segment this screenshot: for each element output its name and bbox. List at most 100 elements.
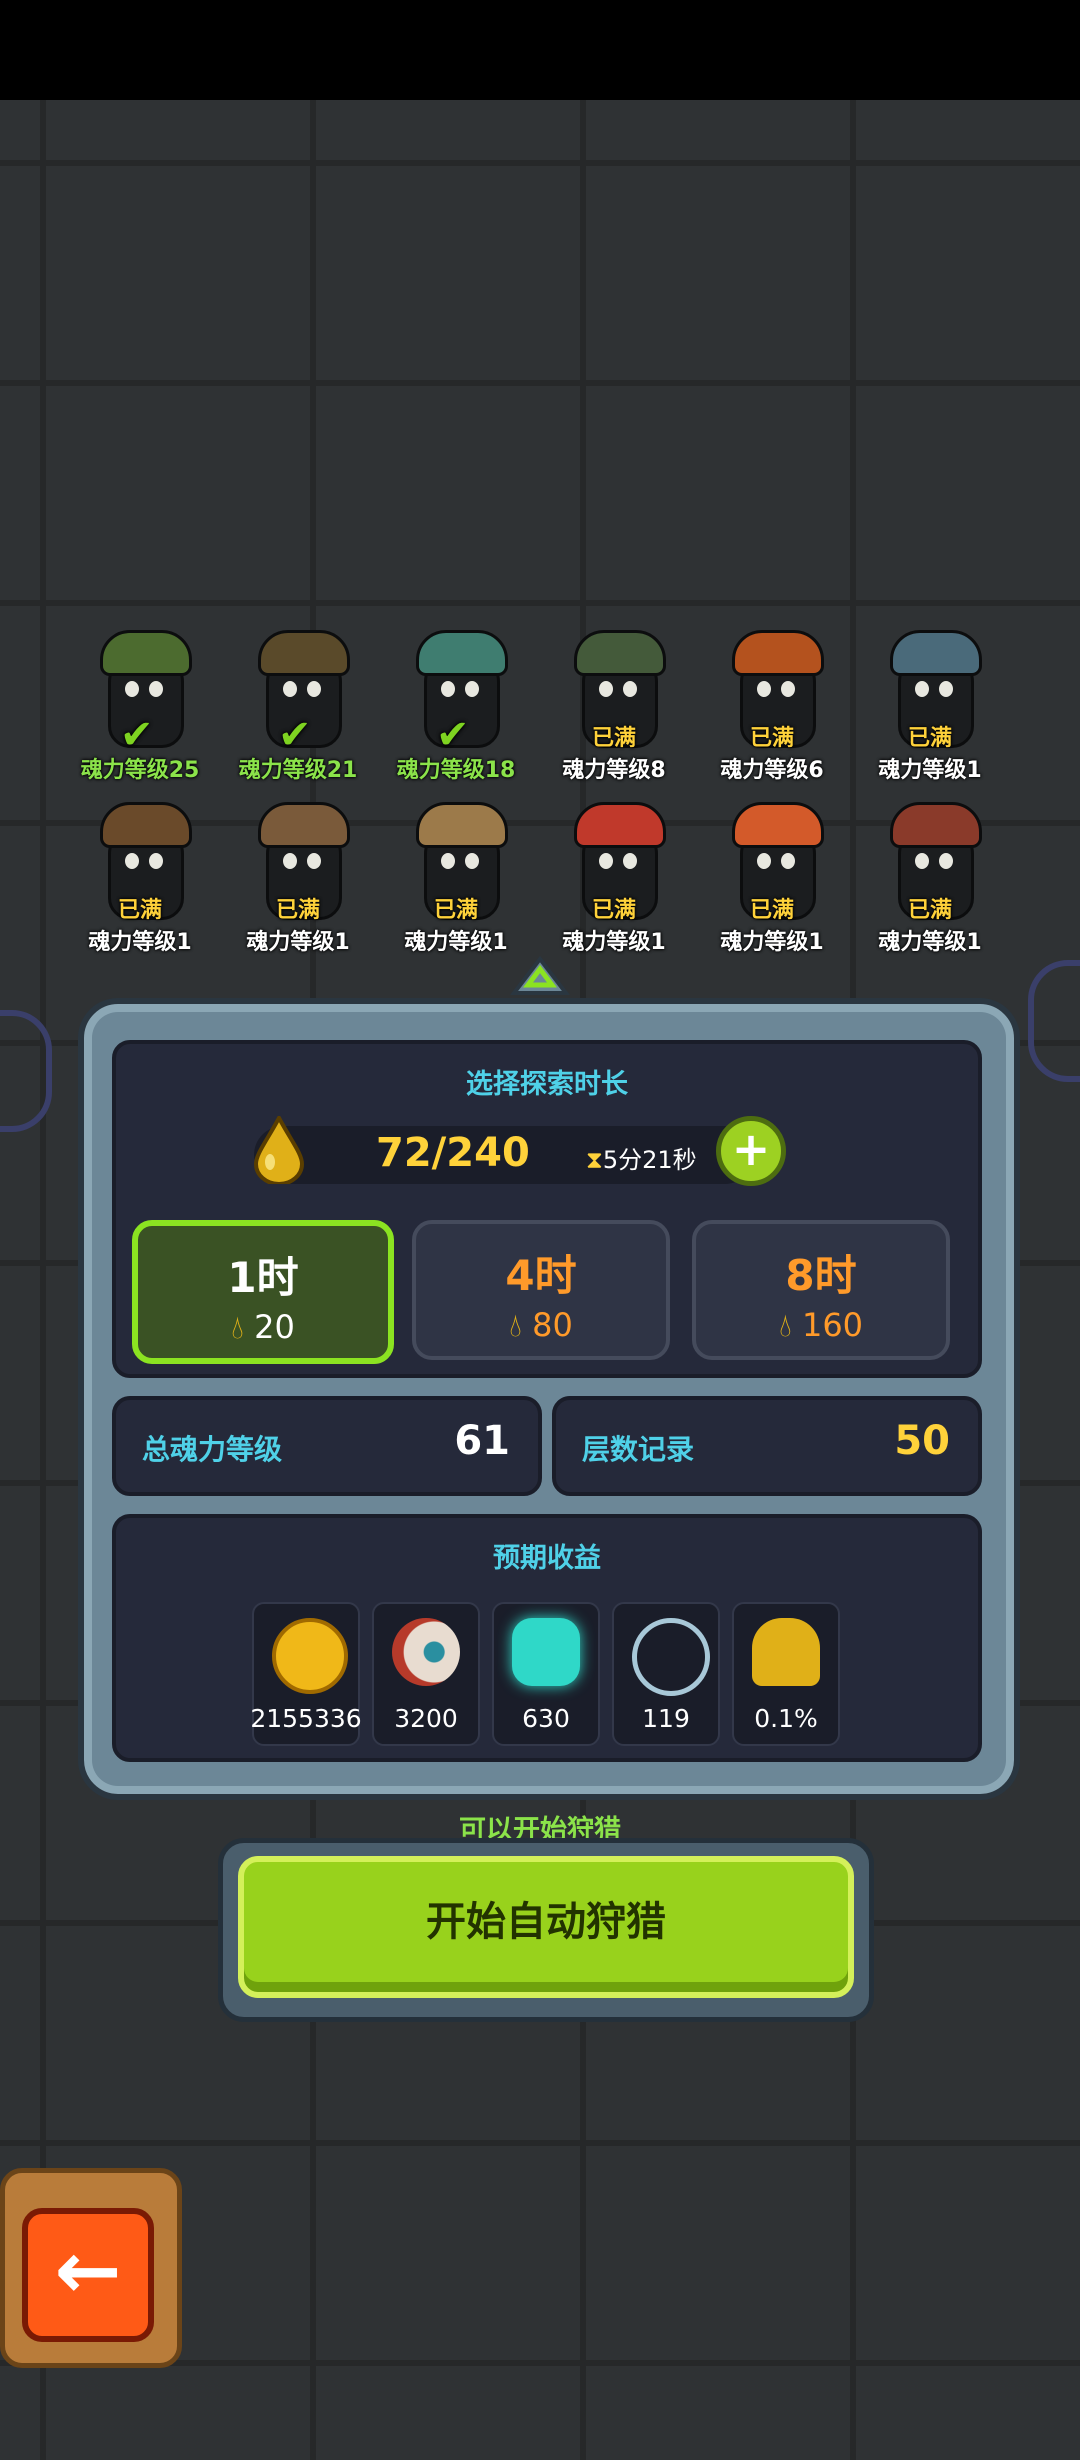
hero-card[interactable]: 已满魂力等级1 <box>534 792 694 955</box>
hero-eye <box>599 853 613 869</box>
hero-eye <box>125 853 139 869</box>
hero-level: 魂力等级8 <box>562 758 666 783</box>
hero-card[interactable]: ✔ 魂力等级25 <box>60 620 220 783</box>
drop-icon: 💧︎ <box>509 1306 522 1344</box>
hero-eye <box>757 681 771 697</box>
reward-figure[interactable]: 0.1% <box>732 1602 840 1746</box>
reward-crystal[interactable]: 630 <box>492 1602 600 1746</box>
duration-section: 选择探索时长 72/240 ⧗5分21秒 + 1时 💧︎ 20 4时 💧︎ 80… <box>112 1040 982 1378</box>
total-level-label: 总魂力等级 <box>142 1433 283 1466</box>
full-badge: 已满 <box>908 726 953 751</box>
hero-level: 魂力等级1 <box>404 930 508 955</box>
hourglass-icon: ⧗ <box>586 1146 603 1174</box>
hero-level: 魂力等级18 <box>396 758 516 783</box>
option-4-hours[interactable]: 4时 💧︎ 80 <box>412 1220 670 1360</box>
full-badge: 已满 <box>750 726 795 751</box>
skeleton-fish-icon <box>632 1618 710 1696</box>
hero-level: 魂力等级1 <box>878 758 982 783</box>
add-energy-button[interactable]: + <box>716 1116 786 1186</box>
timer-text: 5分21秒 <box>602 1146 697 1174</box>
hero-card[interactable]: 已满魂力等级1 <box>850 620 1010 783</box>
hero-eye <box>623 853 637 869</box>
hero-hat <box>574 802 666 848</box>
gold-coin-icon <box>272 1618 348 1694</box>
hero-hat <box>732 630 824 676</box>
hero-eye <box>283 853 297 869</box>
full-badge: 已满 <box>118 898 163 923</box>
hero-card[interactable]: ✔ 魂力等级18 <box>376 620 536 783</box>
hero-hat <box>100 630 192 676</box>
hero-eye <box>149 853 163 869</box>
option-cost: 💧︎ 80 <box>509 1306 573 1344</box>
golden-figure-icon <box>752 1618 820 1686</box>
duration-title: 选择探索时长 <box>466 1069 628 1100</box>
hero-eye <box>125 681 139 697</box>
full-badge: 已满 <box>908 898 953 923</box>
option-cost: 💧︎ 20 <box>231 1308 295 1346</box>
drop-icon: 💧︎ <box>231 1308 244 1346</box>
hero-card[interactable]: 已满魂力等级6 <box>692 620 852 783</box>
hero-card[interactable]: 已满魂力等级8 <box>534 620 694 783</box>
hero-eye <box>465 853 479 869</box>
hero-hat <box>574 630 666 676</box>
full-badge: 已满 <box>750 898 795 923</box>
rewards-title: 预期收益 <box>493 1543 601 1574</box>
hero-eye <box>781 853 795 869</box>
energy-timer: ⧗5分21秒 <box>586 1140 697 1175</box>
arrow-left-icon: ← <box>54 2224 122 2317</box>
left-pipe-decoration <box>0 1010 52 1132</box>
hero-hat <box>416 802 508 848</box>
hero-eye <box>307 853 321 869</box>
start-auto-hunt-button[interactable]: 开始自动狩猎 <box>238 1856 854 1998</box>
reward-gold[interactable]: 2155336 <box>250 1602 362 1746</box>
hero-card[interactable]: 已满魂力等级1 <box>60 792 220 955</box>
hero-level: 魂力等级25 <box>80 758 200 783</box>
hero-eye <box>149 681 163 697</box>
hero-grid: ✔ 魂力等级25 ✔ 魂力等级21 ✔ 魂力等级18 已满 魂力等级8 已满 魂力等级6 已满 魂力等… <box>40 620 1040 970</box>
soul-drop-icon <box>253 1116 305 1184</box>
hero-level: 魂力等级1 <box>878 930 982 955</box>
hero-eye <box>599 681 613 697</box>
full-badge: 已满 <box>592 726 637 751</box>
hero-card[interactable]: 已满 魂力等级1 <box>376 792 536 955</box>
hero-hat <box>732 802 824 848</box>
hero-eye <box>939 681 953 697</box>
hero-hat <box>890 802 982 848</box>
reward-eyeball[interactable]: 3200 <box>372 1602 480 1746</box>
hero-eye <box>939 853 953 869</box>
hero-level: 魂力等级21 <box>238 758 358 783</box>
full-badge: 已满 <box>592 898 637 923</box>
total-level-value: 61 <box>454 1418 510 1464</box>
hero-eye <box>915 681 929 697</box>
hero-eye <box>441 681 455 697</box>
status-bar <box>0 0 1080 100</box>
eyeball-icon <box>392 1618 460 1686</box>
hero-hat <box>258 630 350 676</box>
rewards-section: 预期收益 2155336 3200 630 119 0.1% <box>112 1514 982 1762</box>
floor-record-label: 层数记录 <box>582 1433 695 1466</box>
hero-card[interactable]: ✔ 魂力等级21 <box>218 620 378 783</box>
hero-card[interactable]: 已满 魂力等级1 <box>692 792 852 955</box>
reward-value: 0.1% <box>754 1704 818 1733</box>
hero-level: 魂力等级6 <box>720 758 824 783</box>
reward-fish[interactable]: 119 <box>612 1602 720 1746</box>
hero-eye <box>465 681 479 697</box>
hero-eye <box>757 853 771 869</box>
hero-level: 魂力等级1 <box>246 930 350 955</box>
hero-eye <box>623 681 637 697</box>
hero-level: 魂力等级1 <box>88 930 192 955</box>
drop-icon: 💧︎ <box>778 1306 792 1344</box>
hero-card[interactable]: 已满魂力等级1 <box>850 792 1010 955</box>
plus-icon: + <box>731 1122 771 1176</box>
back-button[interactable]: ← <box>22 2208 154 2342</box>
collapse-arrow-icon[interactable] <box>510 955 570 995</box>
option-1-hour[interactable]: 1时 💧︎ 20 <box>132 1220 394 1364</box>
hero-level: 魂力等级1 <box>562 930 666 955</box>
hero-hat <box>258 802 350 848</box>
hero-card[interactable]: 已满魂力等级1 <box>218 792 378 955</box>
option-cost: 💧︎ 160 <box>778 1306 864 1344</box>
hero-eye <box>441 853 455 869</box>
energy-value: 72/240 <box>376 1130 530 1176</box>
option-8-hours[interactable]: 8时 💧︎ 160 <box>692 1220 950 1360</box>
full-badge: 已满 <box>276 898 321 923</box>
